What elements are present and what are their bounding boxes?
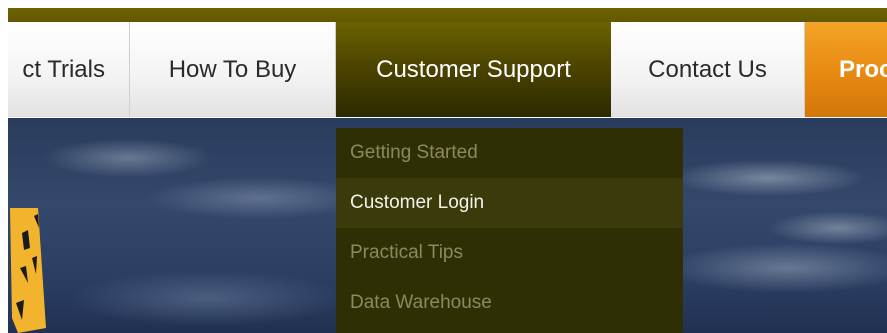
menu-item-customer-login[interactable]: Customer Login bbox=[336, 178, 683, 228]
menu-item-data-warehouse[interactable]: Data Warehouse bbox=[336, 278, 683, 328]
menu-item-getting-started[interactable]: Getting Started bbox=[336, 128, 683, 178]
main-navigation: ct Trials How To Buy Customer Support Co… bbox=[8, 22, 887, 117]
tab-customer-support[interactable]: Customer Support bbox=[336, 22, 611, 117]
top-accent-strip bbox=[8, 8, 887, 22]
top-bar bbox=[0, 0, 887, 22]
tab-products[interactable]: Proc bbox=[805, 22, 887, 117]
logo-emblem-icon bbox=[10, 208, 46, 333]
customer-support-dropdown-menu: Getting Started Customer Login Practical… bbox=[336, 128, 683, 333]
menu-item-practical-tips[interactable]: Practical Tips bbox=[336, 228, 683, 278]
tab-product-trials[interactable]: ct Trials bbox=[8, 22, 130, 117]
tab-how-to-buy[interactable]: How To Buy bbox=[130, 22, 336, 117]
tab-contact-us[interactable]: Contact Us bbox=[611, 22, 805, 117]
